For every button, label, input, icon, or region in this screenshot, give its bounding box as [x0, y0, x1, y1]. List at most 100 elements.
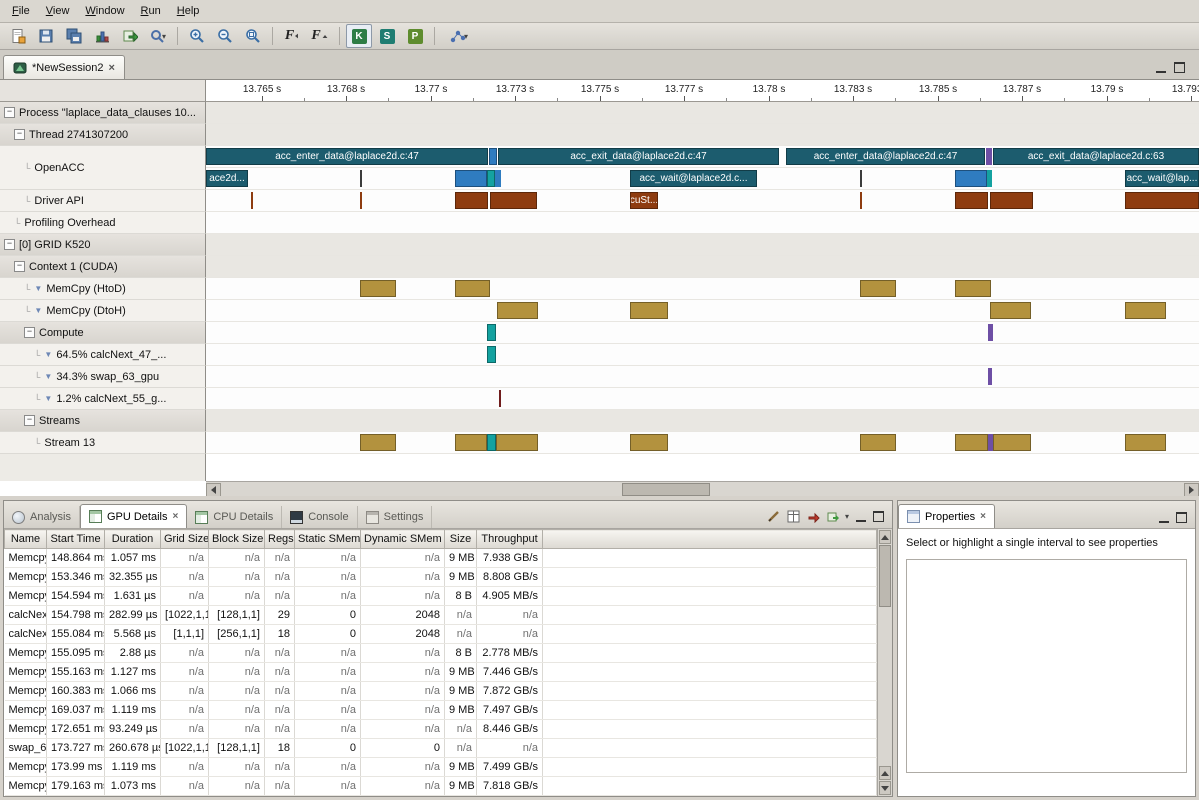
timeline-interval-labeled[interactable]: acc_wait@laplace2d.c... [630, 170, 757, 187]
table-row[interactable]: Memcpy155.095 ms2.88 µsn/an/an/an/an/a8 … [5, 644, 877, 663]
tab-properties[interactable]: Properties × [898, 504, 995, 528]
search-menu-button[interactable]: ▾ [145, 24, 171, 48]
table-row[interactable]: Memcpy172.651 ms93.249 µsn/an/an/an/an/a… [5, 720, 877, 739]
menu-window[interactable]: Window [77, 2, 132, 20]
timeline-interval[interactable] [986, 148, 992, 165]
column-header-dynamic-smem[interactable]: Dynamic SMem [361, 530, 445, 549]
table-row[interactable]: Memcpy153.346 ms32.355 µsn/an/an/an/an/a… [5, 568, 877, 587]
scrollbar-thumb[interactable] [879, 545, 891, 607]
export-table-icon[interactable] [827, 510, 840, 523]
scroll-up-button-2[interactable] [879, 766, 891, 780]
column-header-throughput[interactable]: Throughput [477, 530, 543, 549]
zoom-out-button[interactable] [212, 24, 238, 48]
timeline-interval[interactable] [955, 280, 991, 297]
zoom-in-button[interactable] [184, 24, 210, 48]
toggle-kernel-button[interactable]: K [346, 24, 372, 48]
prev-marker-button[interactable]: F [279, 24, 305, 48]
column-header-duration[interactable]: Duration [105, 530, 161, 549]
collapse-icon[interactable]: − [14, 129, 25, 140]
tree-row-streams[interactable]: −Streams [0, 410, 206, 432]
close-icon[interactable]: × [109, 62, 115, 74]
analysis-menu-button[interactable]: ▾ [441, 24, 477, 48]
table-row[interactable]: Memcpy173.99 ms1.119 msn/an/an/an/an/a9 … [5, 758, 877, 777]
tab-gpu-details[interactable]: GPU Details× [80, 504, 187, 528]
timeline-interval[interactable] [455, 170, 487, 187]
column-header-grid-size[interactable]: Grid Size [161, 530, 209, 549]
menu-view[interactable]: View [38, 2, 78, 20]
timeline-interval[interactable] [495, 170, 501, 187]
timeline-interval[interactable] [1125, 192, 1199, 209]
timeline-interval-labeled[interactable]: acc_wait@lap... [1125, 170, 1199, 187]
menu-run[interactable]: Run [133, 2, 169, 20]
tree-row-profiling-overhead[interactable]: └Profiling Overhead [0, 212, 206, 234]
timeline-interval[interactable] [487, 346, 496, 363]
timeline-interval[interactable] [497, 302, 538, 319]
timeline-interval[interactable] [499, 390, 501, 407]
scroll-up-button[interactable] [879, 530, 891, 544]
timeline-interval[interactable] [860, 434, 896, 451]
timeline-interval[interactable] [990, 302, 1031, 319]
tree-row-compute[interactable]: −Compute [0, 322, 206, 344]
maximize-icon[interactable] [1176, 512, 1187, 523]
timeline-interval[interactable] [987, 170, 992, 187]
tree-row-stream-13[interactable]: └Stream 13 [0, 432, 206, 454]
timeline-interval-labeled[interactable]: acc_enter_data@laplace2d.c:47 [786, 148, 985, 165]
table-row[interactable]: Memcpy154.594 ms1.631 µsn/an/an/an/an/a8… [5, 587, 877, 606]
toggle-stream-button[interactable]: S [374, 24, 400, 48]
timeline-interval[interactable] [988, 368, 992, 385]
timeline-interval-labeled[interactable]: acc_enter_data@laplace2d.c:47 [206, 148, 488, 165]
pen-icon[interactable] [767, 510, 780, 523]
tree-row-context-1-cuda[interactable]: −Context 1 (CUDA) [0, 256, 206, 278]
collapse-icon[interactable]: − [4, 107, 15, 118]
timeline-interval[interactable] [496, 434, 538, 451]
timeline-interval[interactable] [955, 192, 988, 209]
timeline-interval-labeled[interactable]: cuSt... [630, 192, 658, 209]
table-row[interactable]: Memcpy160.383 ms1.066 msn/an/an/an/an/a9… [5, 682, 877, 701]
column-header-regs[interactable]: Regs [265, 530, 295, 549]
timeline-interval[interactable] [860, 170, 862, 187]
column-header-static-smem[interactable]: Static SMem [295, 530, 361, 549]
zoom-fit-button[interactable] [240, 24, 266, 48]
timeline-interval[interactable] [990, 192, 1033, 209]
timeline-interval[interactable] [455, 280, 490, 297]
table-vertical-scrollbar[interactable] [877, 529, 892, 796]
collapse-icon[interactable]: − [24, 327, 35, 338]
timeline-interval[interactable] [1125, 302, 1166, 319]
tab-analysis[interactable]: Analysis [4, 506, 80, 528]
timeline-interval[interactable] [955, 170, 987, 187]
tree-row-memcpy-htod[interactable]: └▼MemCpy (HtoD) [0, 278, 206, 300]
menu-help[interactable]: Help [169, 2, 208, 20]
tab-settings[interactable]: Settings [358, 506, 433, 528]
column-header-size[interactable]: Size [445, 530, 477, 549]
timeline-interval[interactable] [360, 280, 396, 297]
table-row[interactable]: Memcpy169.037 ms1.119 msn/an/an/an/an/a9… [5, 701, 877, 720]
tree-row-thread-2741307200[interactable]: −Thread 2741307200 [0, 124, 206, 146]
scrollbar-thumb[interactable] [622, 483, 710, 496]
timeline-interval[interactable] [455, 192, 488, 209]
timeline-interval[interactable] [955, 434, 988, 451]
timeline-interval[interactable] [487, 324, 496, 341]
column-header-name[interactable]: Name [5, 530, 47, 549]
timeline-interval[interactable] [993, 434, 1031, 451]
new-session-button[interactable] [5, 24, 31, 48]
table-row[interactable]: calcNext155.084 ms5.568 µs[1,1,1][256,1,… [5, 625, 877, 644]
collapse-icon[interactable]: − [14, 261, 25, 272]
tree-row-64-5-calcnext-47[interactable]: └▼64.5% calcNext_47_... [0, 344, 206, 366]
timeline-interval[interactable] [490, 192, 537, 209]
tree-row-process-laplace-data-clauses-10[interactable]: −Process "laplace_data_clauses 10... [0, 102, 206, 124]
timeline-interval-labeled[interactable]: ace2d... [206, 170, 248, 187]
toggle-process-button[interactable]: P [402, 24, 428, 48]
timeline-interval[interactable] [988, 324, 993, 341]
timeline-interval[interactable] [489, 148, 497, 165]
close-icon[interactable]: × [980, 511, 986, 522]
timeline-interval[interactable] [487, 170, 495, 187]
tab-cpu-details[interactable]: CPU Details [187, 506, 282, 528]
scroll-left-button[interactable] [206, 483, 221, 497]
timeline-interval[interactable] [360, 192, 362, 209]
timeline-interval-labeled[interactable]: acc_exit_data@laplace2d.c:47 [498, 148, 779, 165]
tree-row-1-2-calcnext-55-g[interactable]: └▼1.2% calcNext_55_g... [0, 388, 206, 410]
timeline-interval[interactable] [251, 192, 253, 209]
tree-row-driver-api[interactable]: └Driver API [0, 190, 206, 212]
timeline-interval[interactable] [455, 434, 487, 451]
next-marker-button[interactable]: F [307, 24, 333, 48]
